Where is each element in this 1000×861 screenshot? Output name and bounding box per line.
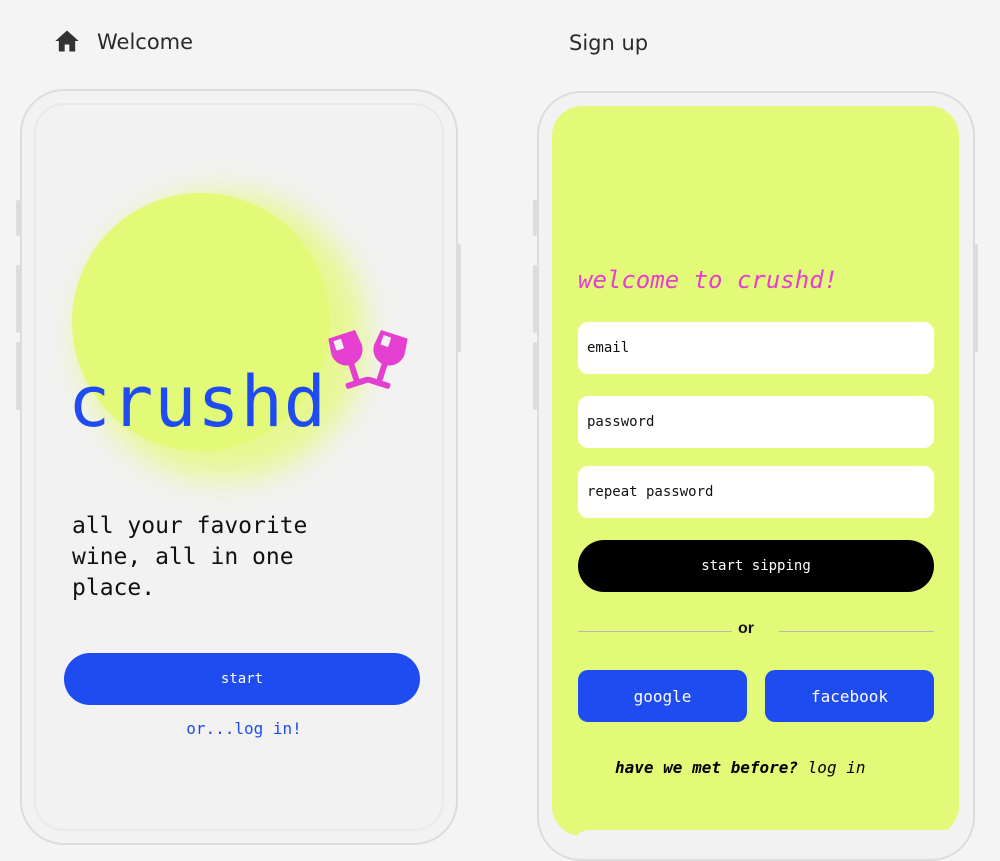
email-field[interactable]: email bbox=[578, 322, 934, 374]
welcome-screen: crushd all your favorite wine, all in on… bbox=[34, 103, 444, 831]
divider-or-label: or bbox=[738, 620, 754, 637]
divider-right bbox=[779, 631, 934, 632]
google-button[interactable]: google bbox=[578, 670, 747, 722]
phone-side-button bbox=[16, 342, 20, 410]
phone-side-button bbox=[533, 200, 537, 236]
repeat-password-field[interactable]: repeat password bbox=[578, 466, 934, 518]
password-field[interactable]: password bbox=[578, 396, 934, 448]
met-before-row: have we met before? log in bbox=[615, 758, 865, 777]
login-link[interactable]: or...log in! bbox=[36, 719, 442, 738]
phone-side-button bbox=[16, 265, 20, 333]
frame-label-signup: Sign up bbox=[569, 31, 649, 55]
login-link[interactable]: log in bbox=[808, 758, 866, 777]
phone-side-button bbox=[457, 244, 461, 352]
tagline: all your favorite wine, all in one place… bbox=[72, 513, 308, 601]
phone-side-button bbox=[16, 200, 20, 236]
facebook-button[interactable]: facebook bbox=[765, 670, 934, 722]
divider-left bbox=[578, 631, 732, 632]
start-sipping-button[interactable]: start sipping bbox=[578, 540, 934, 592]
signup-screen: welcome to crushd! email password repeat… bbox=[552, 106, 959, 836]
met-before-label: have we met before? bbox=[615, 758, 799, 777]
signup-heading: welcome to crushd! bbox=[578, 266, 839, 294]
app-logo: crushd bbox=[68, 361, 327, 443]
home-icon bbox=[55, 30, 79, 52]
phone-side-button bbox=[533, 265, 537, 333]
frame-label-welcome: Welcome bbox=[97, 30, 194, 54]
start-button[interactable]: start bbox=[64, 653, 420, 705]
wine-glasses-cheers-icon bbox=[328, 329, 408, 389]
home-indicator bbox=[570, 830, 959, 836]
phone-side-button bbox=[533, 342, 537, 410]
phone-side-button bbox=[974, 244, 978, 352]
